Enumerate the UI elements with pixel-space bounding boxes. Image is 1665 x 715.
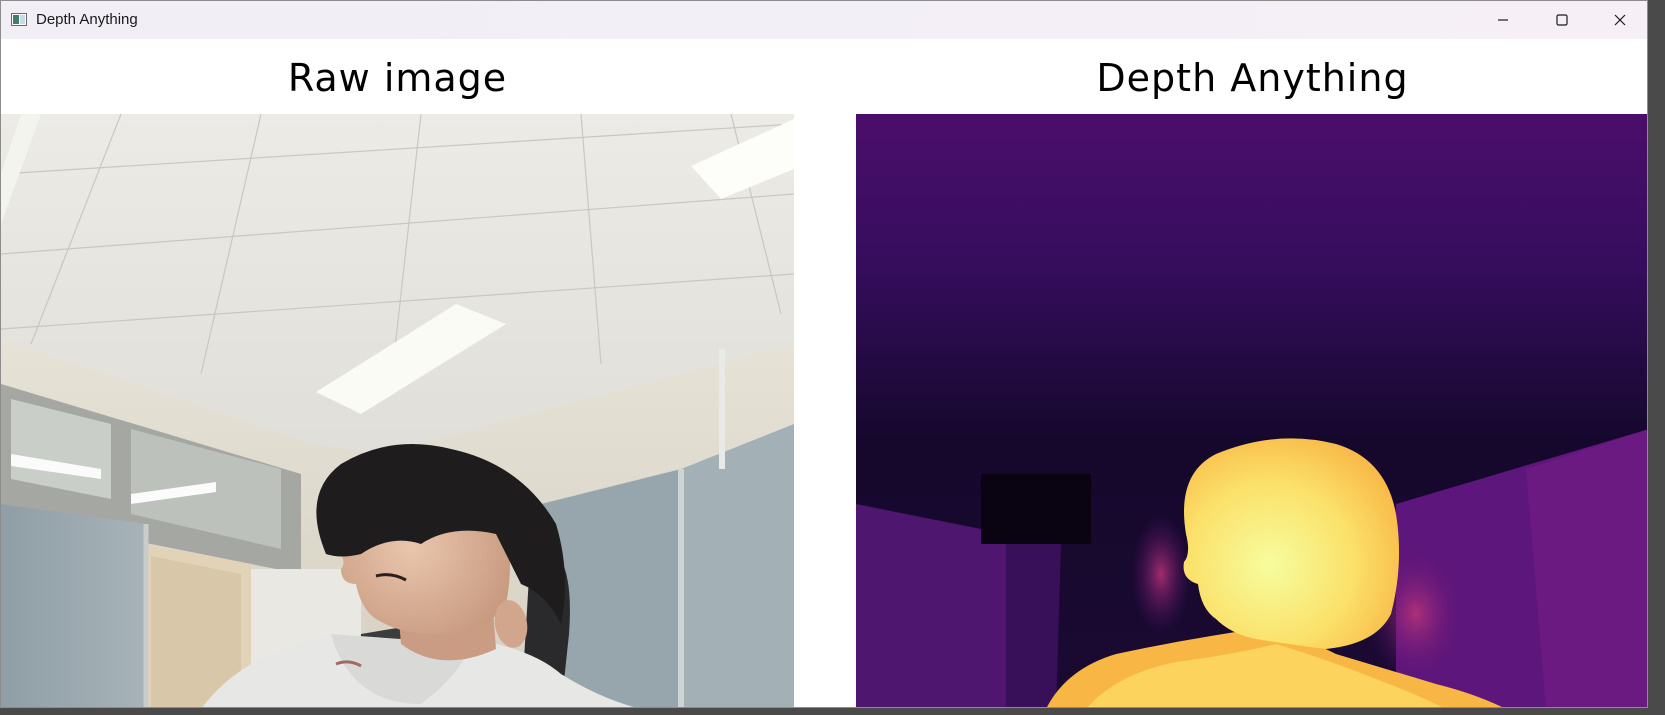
close-icon [1614,14,1626,26]
minimize-icon [1498,19,1508,21]
app-icon [11,13,27,26]
minimize-button[interactable] [1474,1,1532,39]
maximize-button[interactable] [1533,1,1591,39]
depth-map-view [856,114,1647,707]
depth-map [856,114,1647,707]
app-window: Depth Anything Raw image Depth Anything [0,0,1648,708]
raw-image-heading: Raw image [287,56,508,100]
raw-image [1,114,794,707]
depth-heading: Depth Anything [1096,56,1409,100]
window-title: Depth Anything [36,11,138,28]
close-button[interactable] [1591,1,1647,39]
maximize-icon [1556,14,1568,26]
raw-image-view [1,114,794,707]
title-bar[interactable]: Depth Anything [1,1,1647,39]
